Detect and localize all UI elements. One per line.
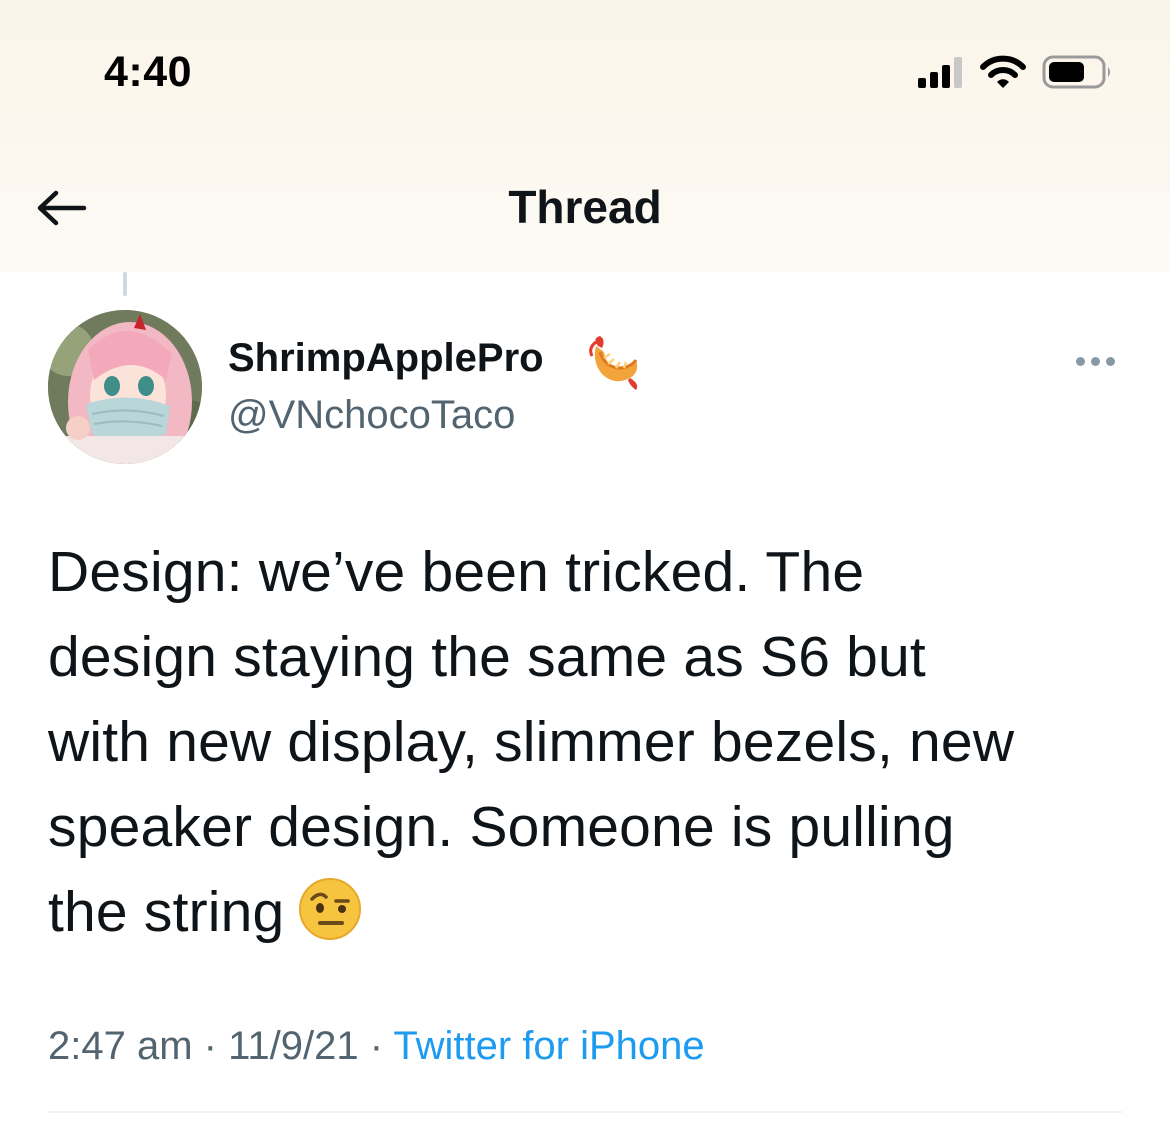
meta-separator: · xyxy=(192,1024,229,1068)
tweet-date: 11/9/21 xyxy=(228,1024,359,1068)
tweet-text-last-line: the string xyxy=(48,870,1128,955)
cellular-signal-icon xyxy=(918,56,964,88)
tweet-source-link[interactable]: Twitter for iPhone xyxy=(393,1024,704,1068)
tweet-text: Design: we’ve been tricked. The design s… xyxy=(48,530,1128,955)
more-dot-icon xyxy=(1105,356,1115,366)
tweet-text-line: the string xyxy=(48,880,285,944)
tweet-thread-screen: 4:40 Thread ShrimpApplePro @VNchocoTaco … xyxy=(0,0,1170,1121)
status-bar-icons xyxy=(918,52,1112,92)
tweet-time: 2:47 am xyxy=(48,1024,193,1068)
tweet-text-line: with new display, slimmer bezels, new xyxy=(48,710,1015,774)
author-display-name[interactable]: ShrimpApplePro xyxy=(228,336,544,381)
raised-eyebrow-face-icon xyxy=(298,877,362,941)
tweet-metadata: 2:47 am · 11/9/21 · Twitter for iPhone xyxy=(48,1024,705,1069)
tweet-text-line: speaker design. Someone is pulling xyxy=(48,795,955,859)
more-dot-icon xyxy=(1075,356,1085,366)
meta-separator: · xyxy=(358,1024,394,1068)
avatar-image xyxy=(48,310,202,464)
more-options-button[interactable] xyxy=(1066,348,1124,374)
wifi-icon xyxy=(980,55,1026,89)
tweet-text-line: design staying the same as S6 but xyxy=(48,625,926,689)
author-handle[interactable]: @VNchocoTaco xyxy=(228,393,515,438)
page-title: Thread xyxy=(508,181,662,233)
divider xyxy=(48,1111,1122,1113)
author-avatar[interactable] xyxy=(48,310,202,464)
shrimp-emoji-icon xyxy=(586,332,644,390)
status-bar-time: 4:40 xyxy=(104,48,193,96)
more-dot-icon xyxy=(1090,356,1100,366)
battery-icon xyxy=(1042,55,1112,89)
tweet-text-line: Design: we’ve been tricked. The xyxy=(48,540,865,604)
thread-connector-line xyxy=(123,272,127,296)
